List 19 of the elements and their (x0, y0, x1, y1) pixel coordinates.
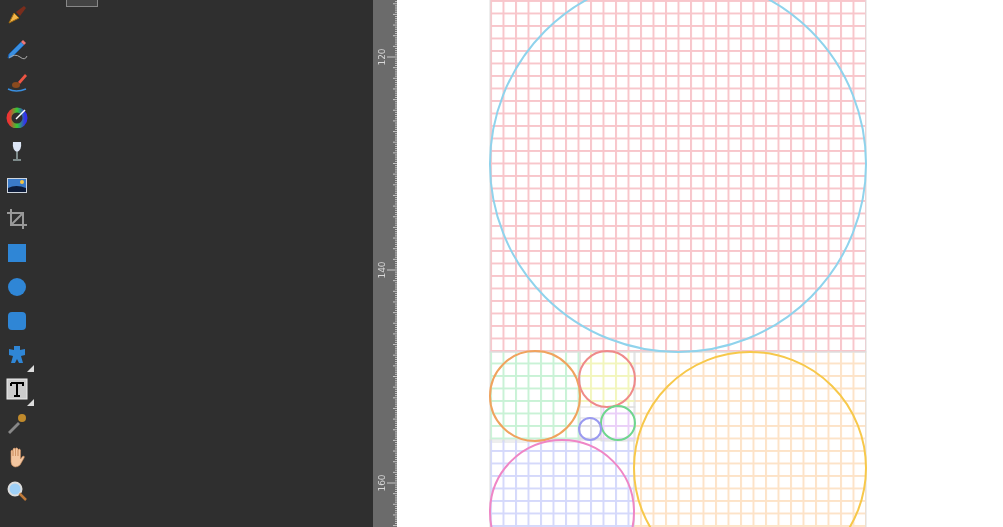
square-icon (6, 242, 28, 264)
search-icon (6, 480, 28, 502)
pen-nib-icon (6, 4, 28, 26)
pencil-icon (6, 38, 28, 60)
flyout-corner-icon (27, 399, 34, 406)
color-wheel-icon (6, 106, 28, 128)
tool-button[interactable] (6, 378, 34, 406)
tool-button[interactable] (6, 344, 34, 372)
rounded-square-icon (6, 310, 28, 332)
circle-icon (6, 276, 28, 298)
ruler-label: 160 (377, 473, 387, 494)
crop-icon (6, 208, 28, 230)
ruler-label: 140 (377, 260, 387, 281)
text-tool-icon (6, 378, 28, 400)
eyedropper-icon (6, 412, 28, 434)
flyout-corner-icon (27, 365, 34, 372)
ruler-label: 120 (377, 47, 387, 68)
paintbrush-icon (6, 72, 28, 94)
star-shape-icon (6, 344, 28, 366)
